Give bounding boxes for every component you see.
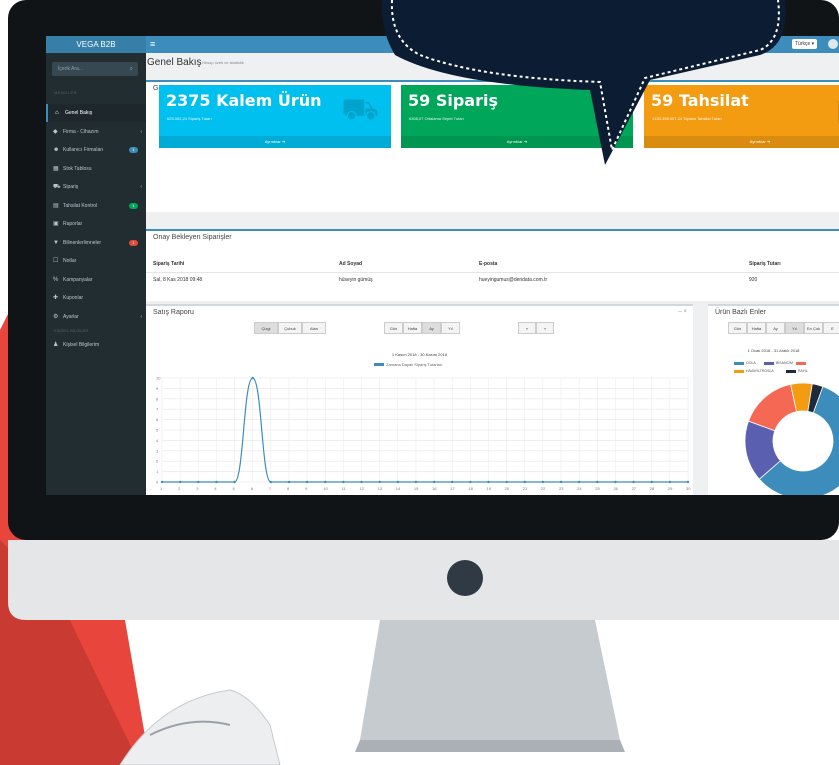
speech-bubble-callout — [381, 0, 786, 165]
